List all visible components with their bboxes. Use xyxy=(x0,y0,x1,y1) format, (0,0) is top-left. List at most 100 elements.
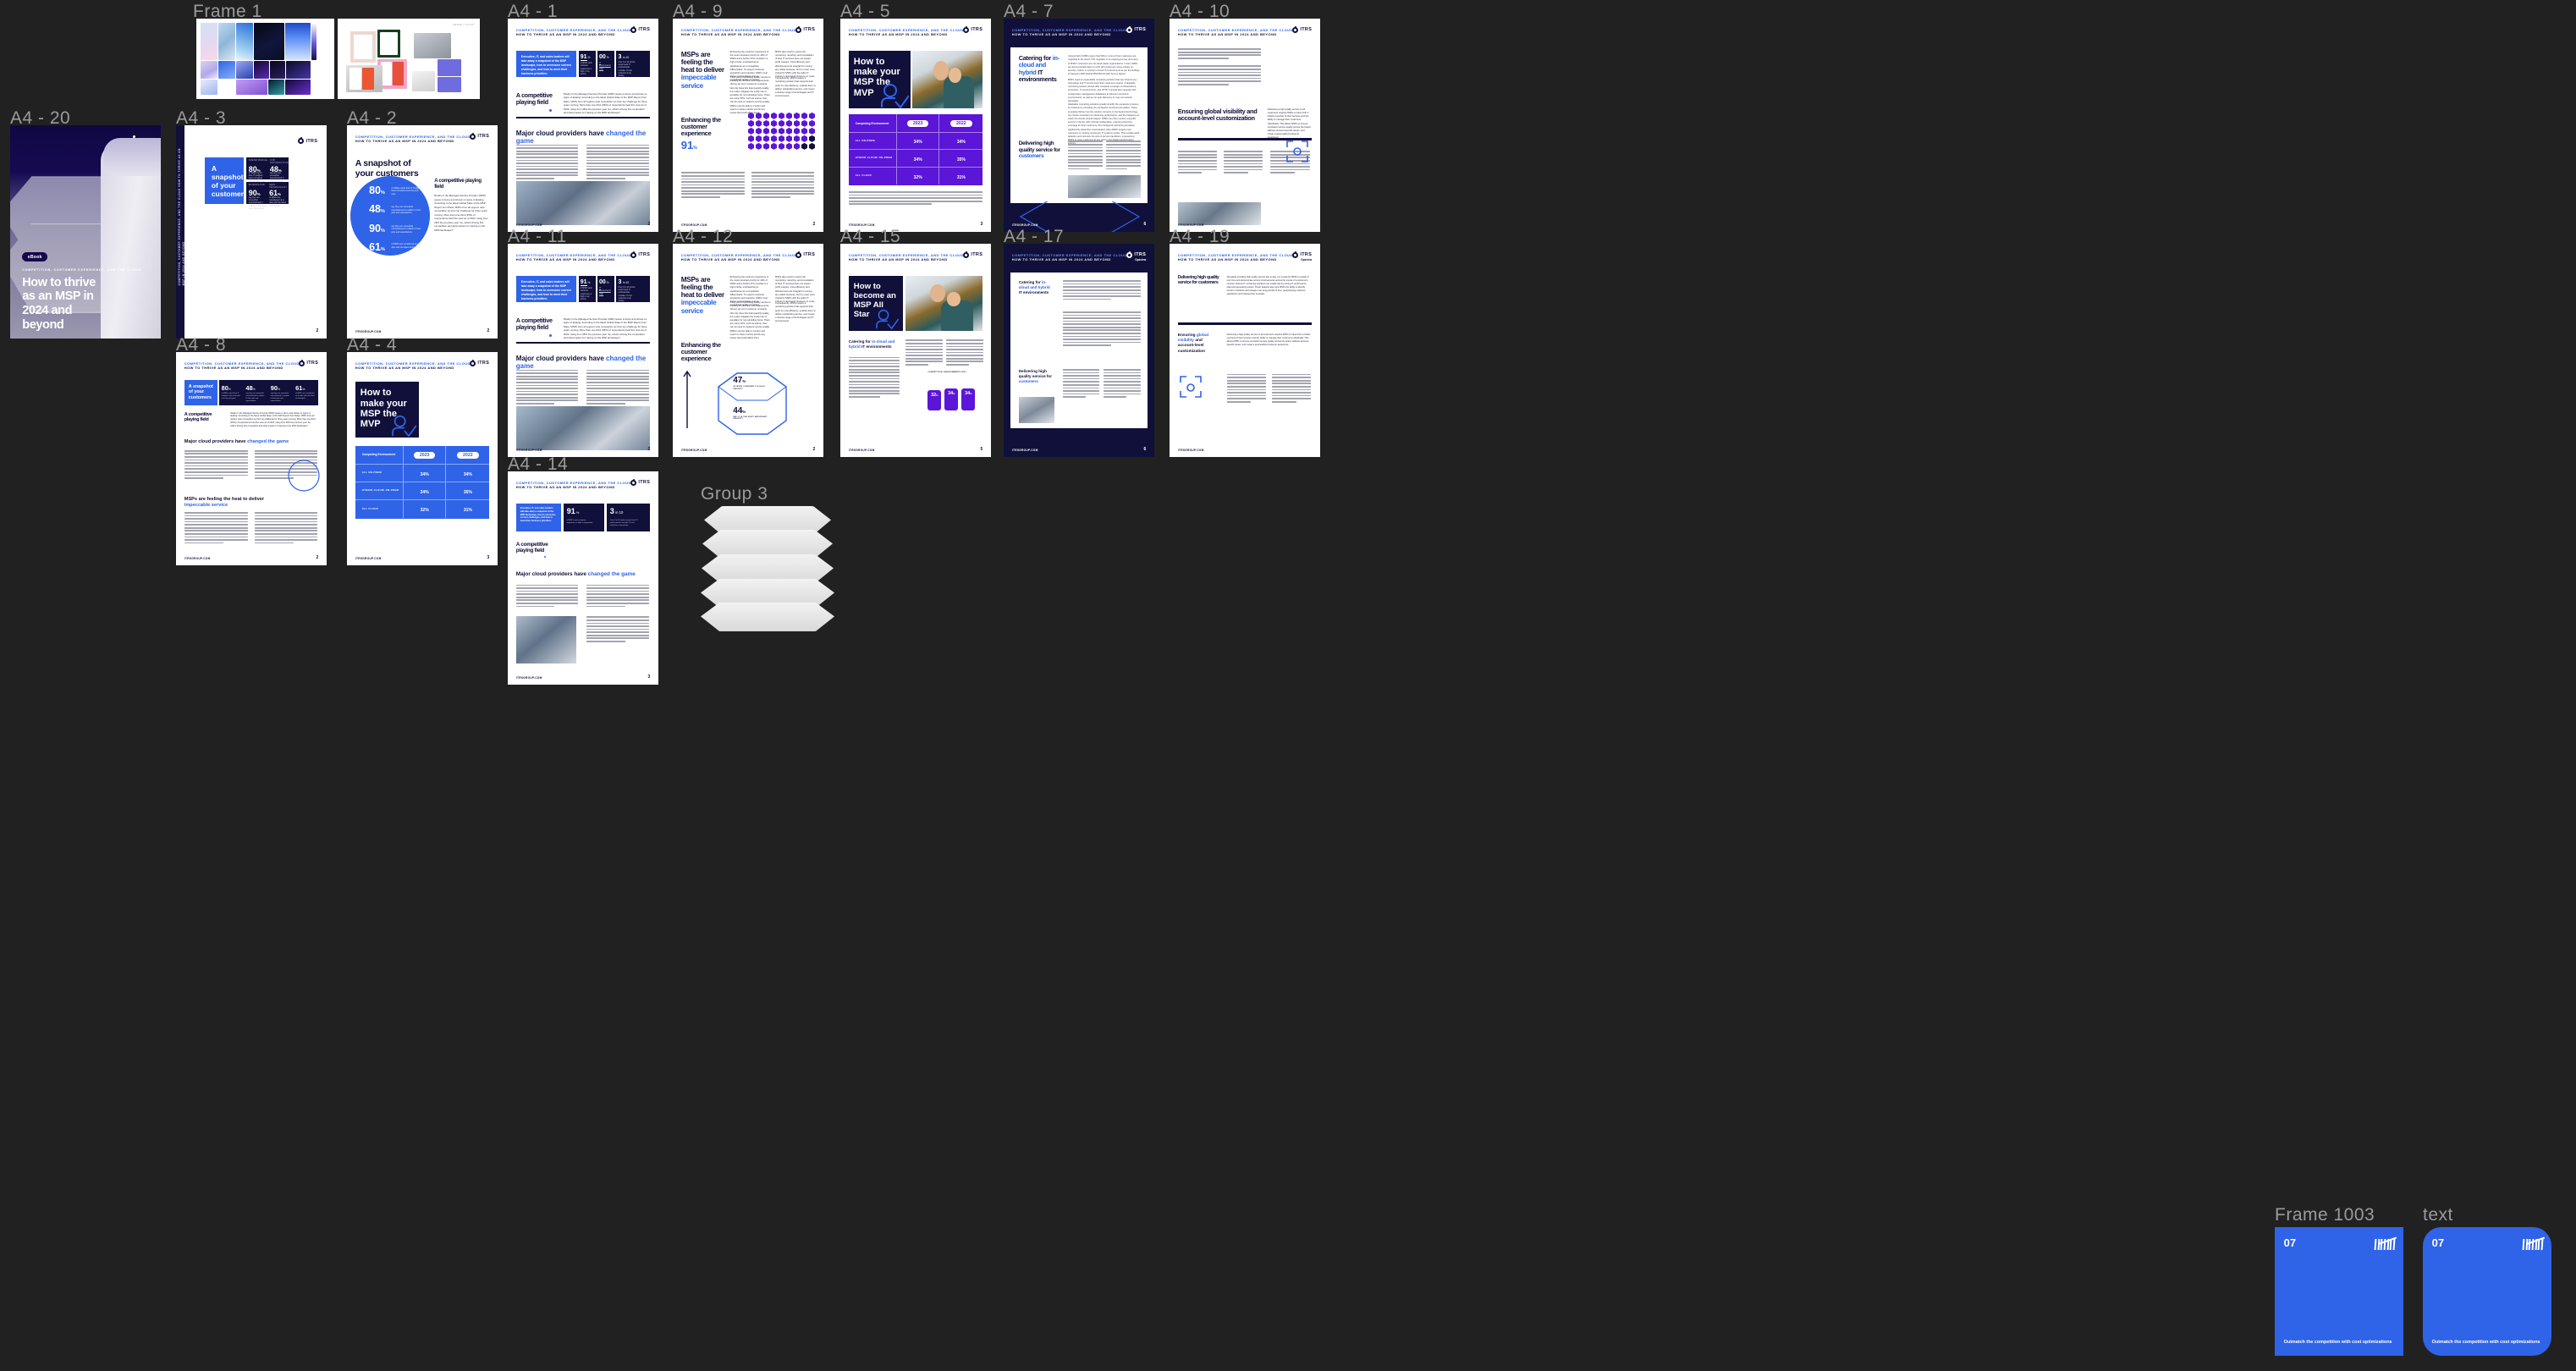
artboard-a4-15[interactable]: COMPETITION, CUSTOMER EXPERIENCE, AND TH… xyxy=(840,244,991,457)
kpi-unit: % xyxy=(606,55,609,59)
artboard-frame-1-right[interactable]: BRAND | LAYOUT xyxy=(338,19,480,99)
section-rule xyxy=(515,116,651,119)
itrs-logo: ITRS xyxy=(963,25,983,33)
itrs-ring-icon xyxy=(1292,25,1299,33)
eyebrow-line-2: HOW TO THRIVE AS AN MSP IN 2024 AND BEYO… xyxy=(1177,32,1277,37)
body-text-block xyxy=(1177,151,1218,173)
circle-stat-desc: of SMEs report their IT budgets have inc… xyxy=(391,186,421,195)
eyebrow-line-2: HOW TO THRIVE AS AN MSP IN 2024 AND BEYO… xyxy=(848,32,948,37)
group-3-stack[interactable] xyxy=(701,506,834,633)
frame-label-group-3[interactable]: Group 3 xyxy=(701,484,768,504)
page-eyebrow: COMPETITION, CUSTOMER EXPERIENCE, AND TH… xyxy=(849,28,964,38)
itrs-ring-icon xyxy=(963,251,970,258)
impeccable-col2-p2: Consequently, MSPs require a monitoring … xyxy=(775,77,816,98)
artboard-a4-1[interactable]: COMPETITION, CUSTOMER EXPERIENCE, AND TH… xyxy=(508,19,658,232)
artboard-a4-8[interactable]: COMPETITION, CUSTOMER EXPERIENCE, AND TH… xyxy=(176,352,327,565)
eyebrow-line-2: HOW TO THRIVE AS AN MSP IN 2024 AND BEYO… xyxy=(1011,32,1111,37)
artboard-a4-3[interactable]: COMPETITION, CUSTOMER EXPERIENCE, AND TH… xyxy=(176,125,327,339)
stat-card-3: WORKPLACE 90% say they are somewhat over… xyxy=(245,181,289,210)
artboard-a4-5[interactable]: COMPETITION, CUSTOMER EXPERIENCE, AND TH… xyxy=(840,19,991,232)
itrs-logo: ITRS xyxy=(470,132,489,140)
page-eyebrow: COMPETITION, CUSTOMER EXPERIENCE, AND TH… xyxy=(849,253,964,263)
impeccable-heading-a: MSPs are feeling the heat to deliver xyxy=(680,275,724,300)
body-text-block xyxy=(1068,140,1103,170)
kpi-value: 3 xyxy=(618,278,622,285)
kpi-card-2: 00 % IT environments chart xyxy=(597,275,615,302)
cube-diagram-icon xyxy=(718,372,788,435)
table-cell-unit: % xyxy=(468,508,472,514)
kpi-value: 3 xyxy=(618,53,622,60)
artboard-a4-14[interactable]: COMPETITION, CUSTOMER EXPERIENCE, AND TH… xyxy=(508,471,658,685)
page-number: 2 xyxy=(487,328,490,333)
catering-heading-a: Catering for xyxy=(848,339,872,344)
snapshot-title: A snapshot of your customers xyxy=(211,163,248,199)
artboard-frame-1003[interactable]: 07 Outmatch the competition with cost op… xyxy=(2275,1227,2403,1356)
artboard-a4-7[interactable]: COMPETITION, CUSTOMER EXPERIENCE, AND TH… xyxy=(1004,19,1154,232)
artboard-text[interactable]: 07 Outmatch the competition with cost op… xyxy=(2423,1227,2551,1356)
itrs-ring-icon xyxy=(299,359,305,366)
figma-canvas[interactable]: Frame 1 BRAND | LAYOUT A4 - 20 ITRS eBoo… xyxy=(0,0,2576,1371)
artboard-frame-1-left[interactable] xyxy=(196,19,334,99)
table-row-label: ALL ON-PREM xyxy=(361,471,382,475)
table-header-label: Computing Environment xyxy=(361,453,396,457)
body-text-block xyxy=(586,369,650,405)
competitive-heading: A competitive playing field xyxy=(515,91,553,106)
kpi-desc: Over 3 in 10 mid-to-senior level IT prof… xyxy=(618,61,636,78)
stat-unit: % xyxy=(252,388,256,392)
catering-heading-c: IT environments xyxy=(860,344,892,350)
body-text-block xyxy=(586,616,650,642)
body-text-block xyxy=(1177,48,1261,59)
body-text-block xyxy=(1062,280,1141,300)
stat-unit: % xyxy=(302,388,305,392)
artboard-a4-9[interactable]: COMPETITION, CUSTOMER EXPERIENCE, AND TH… xyxy=(673,19,823,232)
artboard-a4-4[interactable]: COMPETITION, CUSTOMER EXPERIENCE, AND TH… xyxy=(347,352,498,565)
impeccable-heading-a: MSPs are feeling the heat to deliver xyxy=(680,50,724,74)
artboard-a4-12[interactable]: COMPETITION, CUSTOMER EXPERIENCE, AND TH… xyxy=(673,244,823,457)
itrs-subbrand: Opsview xyxy=(1301,257,1313,262)
circle-stat-desc: say they are somewhat overwhelmed in rel… xyxy=(391,206,421,215)
cloud-heading-a: Major cloud providers have xyxy=(515,571,588,578)
artboard-a4-11[interactable]: COMPETITION, CUSTOMER EXPERIENCE, AND TH… xyxy=(508,244,658,457)
kpi-card-1: 91 % of MSPs rank customer experience a … xyxy=(578,275,597,302)
quality-heading-b: customers xyxy=(1018,152,1044,159)
page-eyebrow: COMPETITION, CUSTOMER EXPERIENCE, AND TH… xyxy=(1178,253,1293,263)
stat-strip: 80% of SMEs report their IT budgets have… xyxy=(218,379,319,405)
itrs-logo: ITRS xyxy=(795,251,815,258)
impeccable-col1-p2: A key part of upholding quality service … xyxy=(729,76,771,114)
kpi-desc: of MSPs rank customer experience a high … xyxy=(566,519,593,524)
body-text-block xyxy=(1224,151,1263,173)
page-eyebrow: COMPETITION, CUSTOMER EXPERIENCE, AND TH… xyxy=(355,135,471,145)
kpi-desc: of MSPs rank customer experience a high … xyxy=(580,62,592,76)
body-text-block xyxy=(848,356,900,398)
tally-marks-icon xyxy=(2374,1238,2395,1250)
artboard-a4-10[interactable]: COMPETITION, CUSTOMER EXPERIENCE, AND TH… xyxy=(1170,19,1320,232)
competitive-body: Rivalry in the Managed Service Provider … xyxy=(563,91,647,115)
artboard-a4-17[interactable]: COMPETITION, CUSTOMER EXPERIENCE, AND TH… xyxy=(1004,244,1154,457)
stack-plate xyxy=(702,530,833,559)
eyebrow-line-2: HOW TO THRIVE AS AN MSP IN 2024 AND BEYO… xyxy=(355,139,454,144)
frame-label-text[interactable]: text xyxy=(2423,1205,2453,1225)
artboard-a4-20[interactable]: ITRS eBook COMPETITION, CUSTOMER EXPERIE… xyxy=(10,125,161,339)
stat-desc: say they are somewhat overwhelmed in rel… xyxy=(248,195,267,211)
stack-plate xyxy=(702,554,834,583)
table-cell-unit: % xyxy=(918,140,922,146)
table-row-label: HYBRID CLOUD/ ON-PREM xyxy=(361,488,399,493)
barchart-title: COMPETITION, ENVIRONMENTS 2023 xyxy=(927,372,966,374)
catering-heading-c: IT environments xyxy=(1018,290,1049,295)
body-text-block xyxy=(515,144,578,179)
impeccable-heading: MSPs are feeling the heat to deliver imp… xyxy=(681,276,726,315)
frame-label-frame-1003[interactable]: Frame 1003 xyxy=(2275,1205,2375,1225)
artboard-a4-2[interactable]: COMPETITION, CUSTOMER EXPERIENCE, AND TH… xyxy=(347,125,498,339)
global-heading: Ensuring global visibility and account-l… xyxy=(1178,333,1220,355)
kpi-value: 00 xyxy=(598,278,606,285)
competitive-heading: A competitive playing field xyxy=(184,411,212,422)
impeccable-heading-b: impeccable service xyxy=(680,299,717,315)
itrs-logo: ITRS xyxy=(963,251,983,258)
page-eyebrow: COMPETITION, CUSTOMER EXPERIENCE, AND TH… xyxy=(516,481,631,491)
bar-unit: % xyxy=(936,394,938,398)
stat-label: WORKPLACE xyxy=(248,184,266,187)
kpi-unit: % xyxy=(575,510,580,515)
artboard-a4-19[interactable]: COMPETITION, CUSTOMER EXPERIENCE, AND TH… xyxy=(1170,244,1320,457)
itrs-ring-icon xyxy=(795,251,802,258)
cloud-heading-a: Major cloud providers have xyxy=(515,129,607,138)
